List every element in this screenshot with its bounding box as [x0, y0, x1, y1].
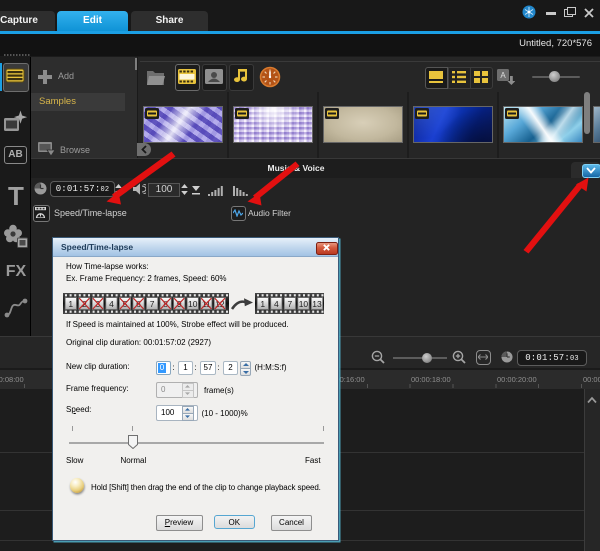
svg-text:1: 1 — [260, 299, 265, 309]
svg-text:10: 10 — [299, 299, 309, 309]
svg-text:4: 4 — [274, 299, 279, 309]
svg-text:1: 1 — [68, 299, 73, 309]
svg-text:7: 7 — [288, 299, 293, 309]
svg-text:4: 4 — [109, 299, 114, 309]
svg-text:13: 13 — [312, 299, 322, 309]
svg-text:7: 7 — [150, 299, 155, 309]
svg-text:10: 10 — [188, 299, 198, 309]
svg-text:A: A — [500, 71, 506, 80]
